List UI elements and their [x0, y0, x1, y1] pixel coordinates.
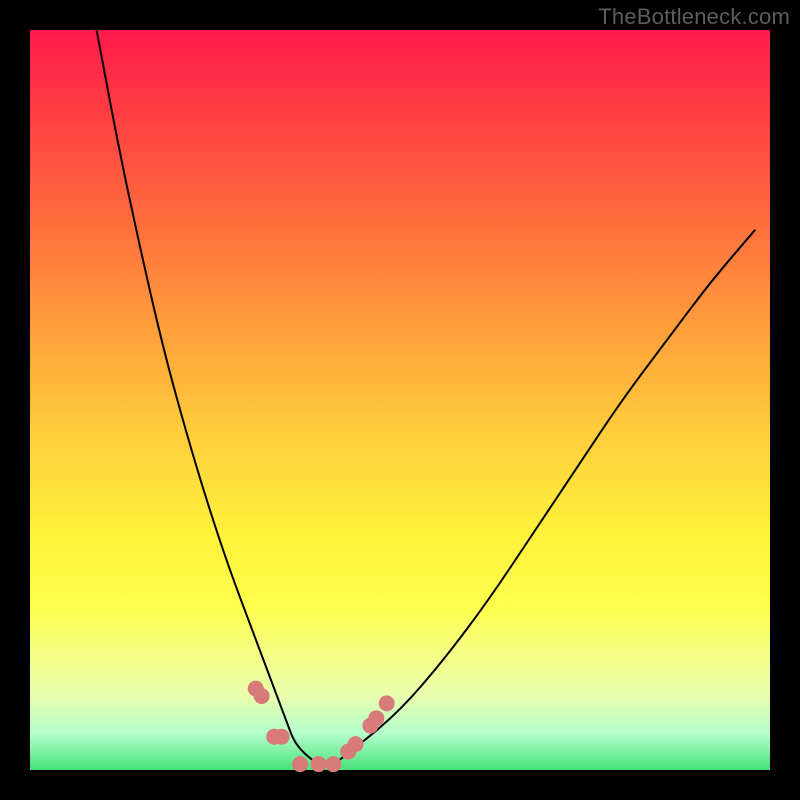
curve-marker: [311, 756, 327, 772]
watermark-text: TheBottleneck.com: [598, 4, 790, 30]
curve-marker: [292, 756, 308, 772]
bottleneck-curve: [97, 30, 756, 764]
curve-marker: [254, 688, 270, 704]
curve-marker: [274, 729, 290, 745]
curve-marker: [325, 756, 341, 772]
plot-area: [30, 30, 770, 770]
chart-stage: TheBottleneck.com: [0, 0, 800, 800]
curve-marker: [379, 695, 395, 711]
curve-marker: [348, 736, 364, 752]
marker-group: [248, 681, 395, 772]
curve-marker: [368, 710, 384, 726]
curve-svg: [30, 30, 770, 770]
